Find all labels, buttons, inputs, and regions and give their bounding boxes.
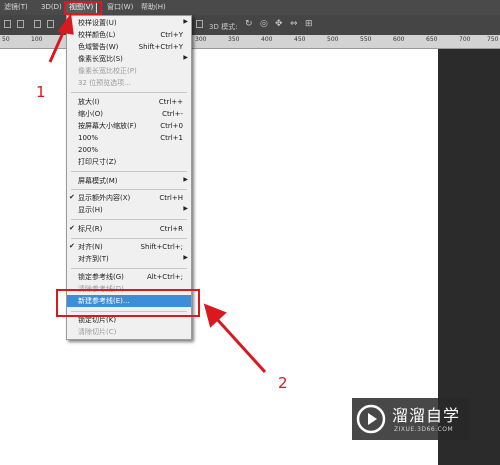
- watermark-title: 溜溜自学: [392, 406, 461, 425]
- annotation-arrows: [48, 13, 267, 374]
- watermark: 溜溜自学 ZIXUE.3D66.COM: [352, 398, 470, 440]
- watermark-subtitle: ZIXUE.3D66.COM: [394, 426, 454, 433]
- play-logo-icon: [356, 404, 386, 434]
- arrow-1-head: [57, 13, 74, 35]
- step-number-1: 1: [36, 83, 46, 101]
- step-number-2: 2: [278, 374, 288, 392]
- arrow-2-line: [214, 316, 267, 374]
